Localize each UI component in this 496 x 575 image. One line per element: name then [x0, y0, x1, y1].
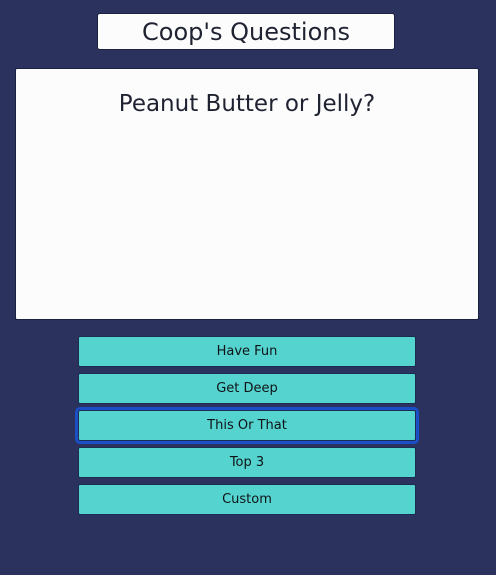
- question-text: Peanut Butter or Jelly?: [118, 91, 376, 117]
- top-3-button[interactable]: Top 3: [78, 447, 416, 478]
- app-title-box: Coop's Questions: [97, 13, 395, 50]
- app-title: Coop's Questions: [142, 17, 350, 46]
- have-fun-button[interactable]: Have Fun: [78, 336, 416, 367]
- question-card: Peanut Butter or Jelly?: [15, 68, 479, 320]
- this-or-that-button[interactable]: This Or That: [75, 407, 419, 444]
- custom-button[interactable]: Custom: [78, 484, 416, 515]
- get-deep-button[interactable]: Get Deep: [78, 373, 416, 404]
